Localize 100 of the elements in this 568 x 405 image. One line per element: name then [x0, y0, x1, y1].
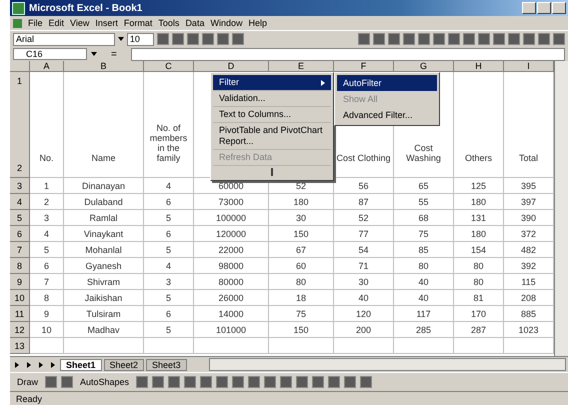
row-header[interactable]: 5 [10, 210, 30, 226]
row-header[interactable]: 4 [10, 194, 30, 210]
minimize-icon[interactable] [522, 2, 536, 14]
column-header[interactable]: H [454, 61, 504, 72]
sheet-tab[interactable]: Sheet3 [146, 358, 187, 370]
table-cell: 120000 [194, 226, 269, 242]
menu-item[interactable]: Insert [95, 18, 118, 28]
menu-item[interactable]: File [28, 18, 43, 28]
window-title: Microsoft Excel - Book1 [29, 2, 144, 14]
table-cell: 170 [454, 306, 504, 322]
autoshapes-menu-button[interactable]: AutoShapes [77, 377, 132, 387]
table-cell: 22000 [194, 242, 269, 258]
table-cell: 180 [269, 194, 334, 210]
formula-field[interactable] [130, 48, 565, 60]
name-box[interactable]: C16 [13, 48, 87, 60]
table-cell: 3 [30, 210, 64, 226]
table-cell: 67 [269, 242, 334, 258]
row-header[interactable]: 12 [10, 322, 30, 338]
table-cell: 8 [30, 290, 64, 306]
table-cell: 73000 [194, 194, 269, 210]
column-header[interactable]: D [194, 61, 269, 72]
toolbar-icon[interactable] [172, 33, 184, 45]
table-cell: Dulaband [64, 194, 144, 210]
toolbar-icon[interactable] [157, 33, 170, 45]
table-cell: Dinanayan [64, 178, 144, 194]
table-cell: 18 [269, 290, 334, 306]
toolbar-icon[interactable] [202, 33, 214, 45]
maximize-icon[interactable] [537, 2, 551, 14]
row-header[interactable]: 11 [10, 306, 30, 322]
table-cell: 9 [30, 306, 64, 322]
column-heading: Others [454, 72, 504, 178]
table-cell: 101000 [194, 322, 269, 338]
table-cell: 40 [394, 290, 454, 306]
table-cell: 65 [394, 178, 454, 194]
menu-item[interactable]: Edit [48, 18, 64, 28]
sheet-tab[interactable]: Sheet1 [60, 358, 102, 370]
workbook-icon[interactable] [13, 18, 22, 28]
next-sheet-icon[interactable] [39, 362, 43, 368]
row-header[interactable]: 13 [10, 338, 30, 354]
select-all-corner[interactable] [10, 61, 30, 72]
column-header[interactable]: E [269, 61, 334, 72]
close-icon[interactable] [552, 2, 566, 14]
menu-item[interactable]: Filter [213, 75, 331, 91]
table-cell: 150 [269, 226, 334, 242]
empty-cell [334, 338, 394, 354]
row-header[interactable]: 1 2 [10, 72, 30, 178]
menu-item[interactable]: Data [185, 18, 204, 28]
column-heading: Name [64, 72, 144, 178]
row-header[interactable]: 3 [10, 178, 30, 194]
column-header[interactable]: C [144, 61, 194, 72]
column-header[interactable]: B [64, 61, 144, 72]
row-header[interactable]: 8 [10, 258, 30, 274]
menu-item[interactable]: Help [248, 18, 267, 28]
column-header[interactable]: I [504, 61, 554, 72]
table-cell: 6 [144, 226, 194, 242]
menu-item[interactable]: AutoFilter [337, 75, 437, 91]
table-cell: 80000 [194, 274, 269, 290]
menu-item[interactable]: PivotTable and PivotChart Report... [213, 123, 331, 150]
menu-item[interactable]: Text to Columns... [213, 107, 331, 123]
horizontal-scrollbar[interactable] [208, 358, 566, 371]
column-header[interactable]: F [334, 61, 394, 72]
row-header[interactable]: 10 [10, 290, 30, 306]
table-cell: 71 [334, 258, 394, 274]
row-header[interactable]: 6 [10, 226, 30, 242]
column-header[interactable]: G [394, 61, 454, 72]
menu-item[interactable]: Window [210, 18, 242, 28]
table-cell: 75 [394, 226, 454, 242]
toolbar-icon[interactable] [232, 33, 244, 45]
table-cell: 98000 [194, 258, 269, 274]
font-field[interactable]: Arial [13, 32, 115, 46]
menu-item[interactable]: Format [124, 18, 152, 28]
row-header[interactable]: 7 [10, 242, 30, 258]
menu-item[interactable]: Validation... [213, 91, 331, 107]
last-sheet-icon[interactable] [51, 362, 55, 368]
dropdown-arrow-icon[interactable] [91, 52, 97, 56]
row-header[interactable]: 9 [10, 274, 30, 290]
sheet-tab[interactable]: Sheet2 [104, 358, 144, 370]
submenu-arrow-icon [321, 80, 325, 86]
toolbar-icon[interactable] [217, 33, 230, 45]
vertical-scrollbar[interactable] [554, 61, 568, 356]
menu-item[interactable]: View [70, 18, 90, 28]
first-sheet-icon[interactable] [15, 362, 19, 368]
font-size-field[interactable]: 10 [126, 32, 154, 46]
prev-sheet-icon[interactable] [27, 362, 31, 368]
table-cell: 80 [269, 274, 334, 290]
empty-cell [269, 338, 334, 354]
draw-menu-button[interactable]: Draw [14, 377, 42, 387]
table-cell: 3 [144, 274, 194, 290]
table-cell: 285 [394, 322, 454, 338]
table-cell: 55 [394, 194, 454, 210]
table-cell: 5 [30, 242, 64, 258]
table-cell: 4 [30, 226, 64, 242]
toolbar-icon[interactable] [187, 33, 200, 45]
column-header[interactable]: A [30, 61, 64, 72]
table-cell: Madhav [64, 322, 144, 338]
table-cell: 75 [269, 306, 334, 322]
table-cell: 7 [30, 274, 64, 290]
menu-item[interactable]: Tools [158, 18, 180, 28]
table-cell: 80 [394, 258, 454, 274]
table-cell: 77 [334, 226, 394, 242]
